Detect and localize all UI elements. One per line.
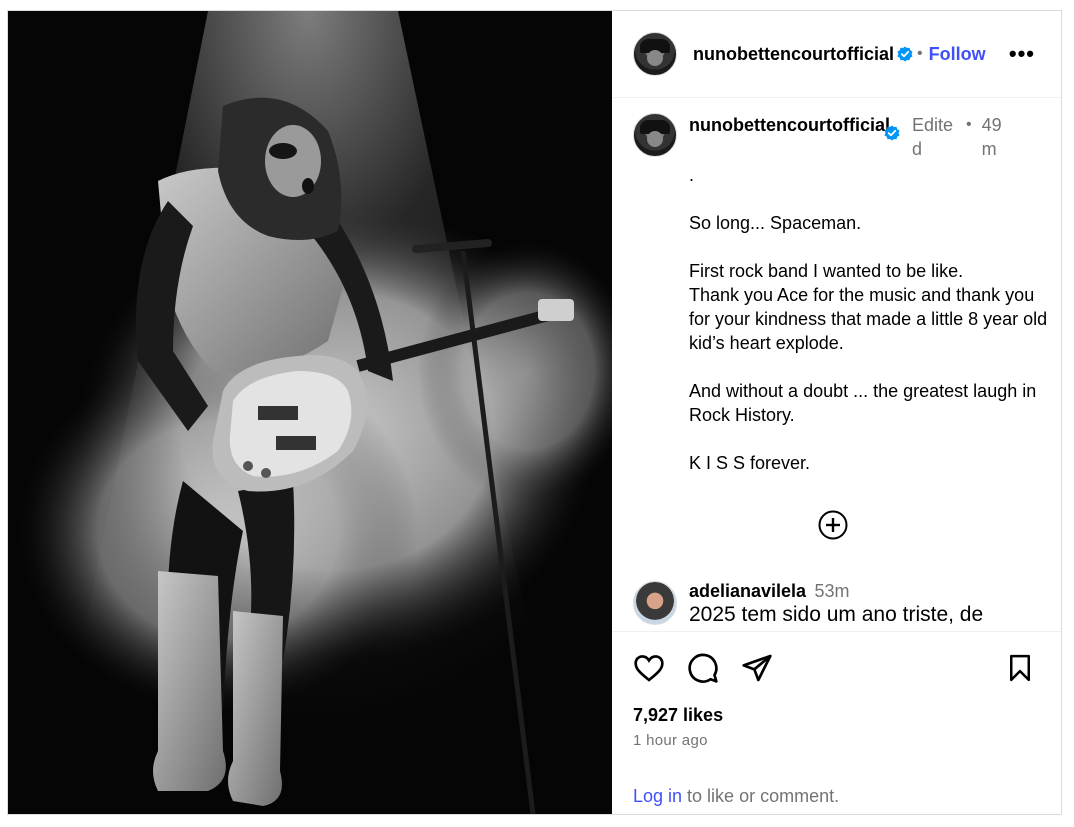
caption-avatar[interactable] xyxy=(633,113,677,157)
commenter-avatar[interactable] xyxy=(633,581,677,625)
verified-badge-icon xyxy=(884,125,900,141)
post-photo[interactable] xyxy=(8,11,612,814)
caption-body: nunobettencourtofficial Edited • 49m . S… xyxy=(689,113,1049,475)
commenter-username[interactable]: adelianavilela xyxy=(689,581,806,601)
comment-icon[interactable] xyxy=(687,652,719,684)
post-container: nunobettencourtofficial • Follow ••• nun… xyxy=(7,10,1062,815)
login-prompt-text: to like or comment. xyxy=(682,786,840,806)
author-avatar[interactable] xyxy=(633,32,677,76)
bookmark-icon[interactable] xyxy=(1005,652,1035,684)
edited-label: Edited xyxy=(912,115,954,159)
plus-circle-icon[interactable] xyxy=(818,510,848,540)
header-separator: • xyxy=(917,45,923,62)
login-prompt: Log in to like or comment. xyxy=(633,786,839,807)
comment-body: adelianavilela 53m 2025 tem sido um ano … xyxy=(689,581,983,631)
caption-time[interactable]: 49m xyxy=(982,113,1012,161)
follow-button[interactable]: Follow xyxy=(929,44,986,65)
post-time-ago[interactable]: 1 hour ago xyxy=(633,732,708,749)
concert-photo xyxy=(8,11,612,814)
heart-icon[interactable] xyxy=(633,652,665,684)
caption-separator: • xyxy=(966,116,972,133)
post-sidebar: nunobettencourtofficial • Follow ••• nun… xyxy=(612,11,1061,814)
comment-item: adelianavilela 53m 2025 tem sido um ano … xyxy=(633,581,1051,631)
comment-text: 2025 tem sido um ano triste, de xyxy=(689,603,984,626)
post-caption: nunobettencourtofficial Edited • 49m . S… xyxy=(633,113,1047,475)
comment-time[interactable]: 53m xyxy=(815,581,850,601)
post-header: nunobettencourtofficial • Follow ••• xyxy=(612,11,1061,98)
author-username[interactable]: nunobettencourtofficial xyxy=(693,44,894,64)
more-options-button[interactable]: ••• xyxy=(1009,41,1035,67)
verified-badge-icon xyxy=(897,46,913,62)
login-link[interactable]: Log in xyxy=(633,786,682,806)
caption-text: . So long... Spaceman. First rock band I… xyxy=(689,165,1048,473)
author-username-wrap[interactable]: nunobettencourtofficial xyxy=(693,42,895,66)
likes-count[interactable]: 7,927 likes xyxy=(633,705,723,726)
caption-header: nunobettencourtofficial Edited • 49m xyxy=(689,113,1049,161)
action-icons xyxy=(633,652,773,684)
caption-username[interactable]: nunobettencourtofficial xyxy=(689,113,894,137)
send-icon[interactable] xyxy=(741,652,773,684)
actions-bar: 7,927 likes 1 hour ago Log in to like or… xyxy=(612,631,1061,814)
